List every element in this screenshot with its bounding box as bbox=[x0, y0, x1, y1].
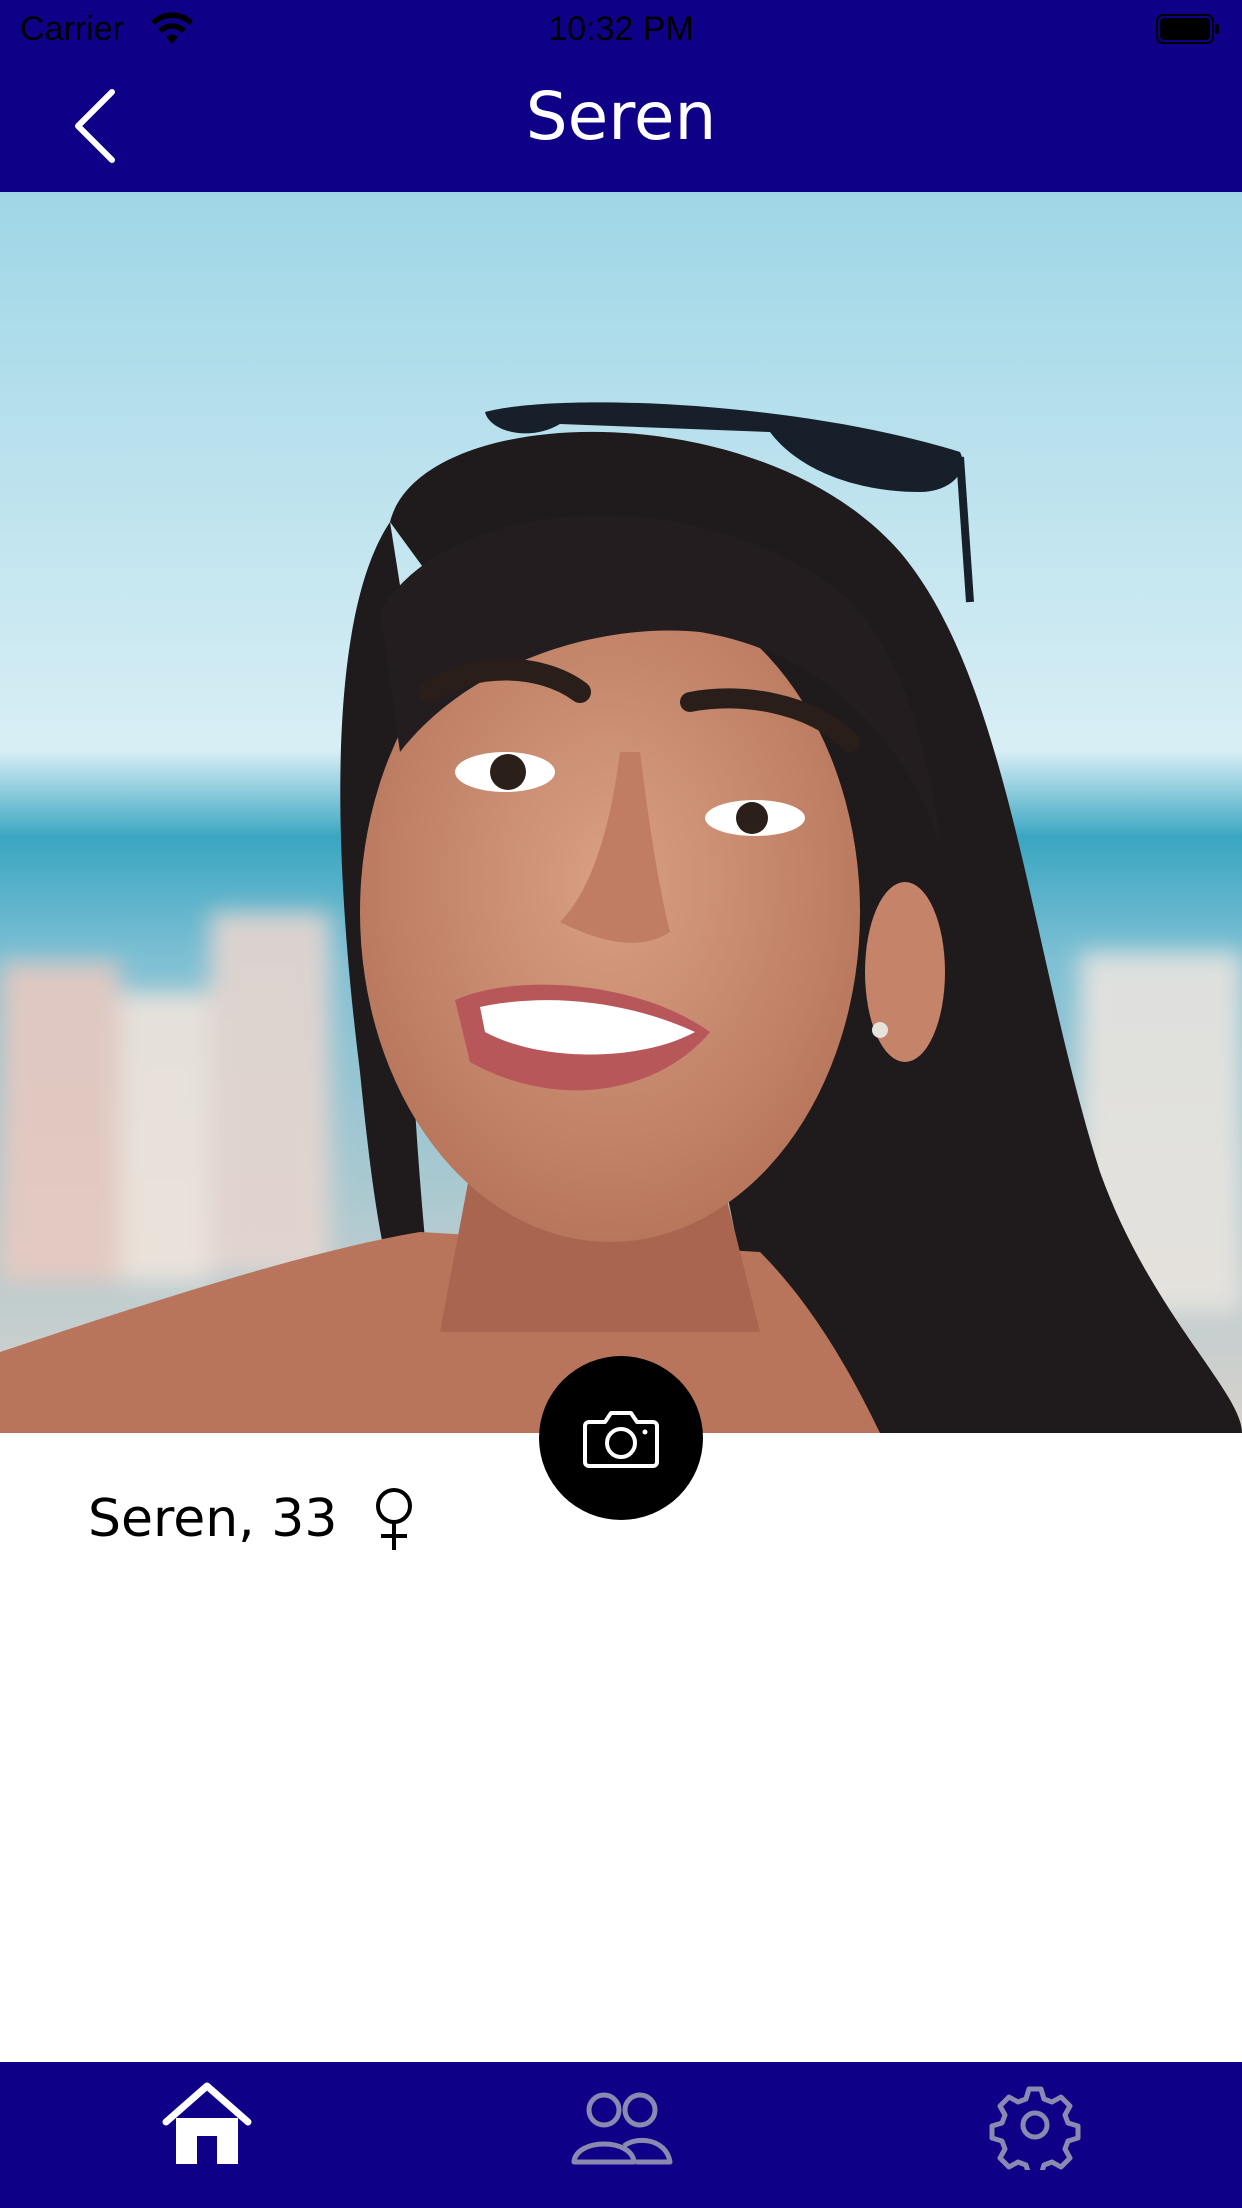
tab-settings[interactable] bbox=[980, 2080, 1090, 2178]
home-icon bbox=[162, 2082, 252, 2164]
clock: 10:32 PM bbox=[548, 10, 694, 48]
battery-icon bbox=[1156, 14, 1219, 44]
camera-icon bbox=[583, 1411, 659, 1468]
female-symbol-icon bbox=[376, 1488, 413, 1550]
profile-photo bbox=[0, 192, 1242, 1433]
name-age-label: Seren, 33 bbox=[88, 1489, 338, 1549]
tab-bar bbox=[0, 2062, 1242, 2208]
page-title: Seren bbox=[525, 78, 717, 155]
tab-people[interactable] bbox=[566, 2080, 676, 2170]
camera-button[interactable] bbox=[539, 1356, 703, 1520]
tab-home[interactable] bbox=[152, 2080, 262, 2170]
navigation-bar: Seren bbox=[0, 60, 1242, 192]
gear-icon bbox=[989, 2086, 1081, 2178]
status-bar: Carrier 10:32 PM bbox=[0, 0, 1242, 60]
people-icon bbox=[571, 2092, 673, 2165]
profile-info: Seren, 33 bbox=[88, 1486, 417, 1552]
